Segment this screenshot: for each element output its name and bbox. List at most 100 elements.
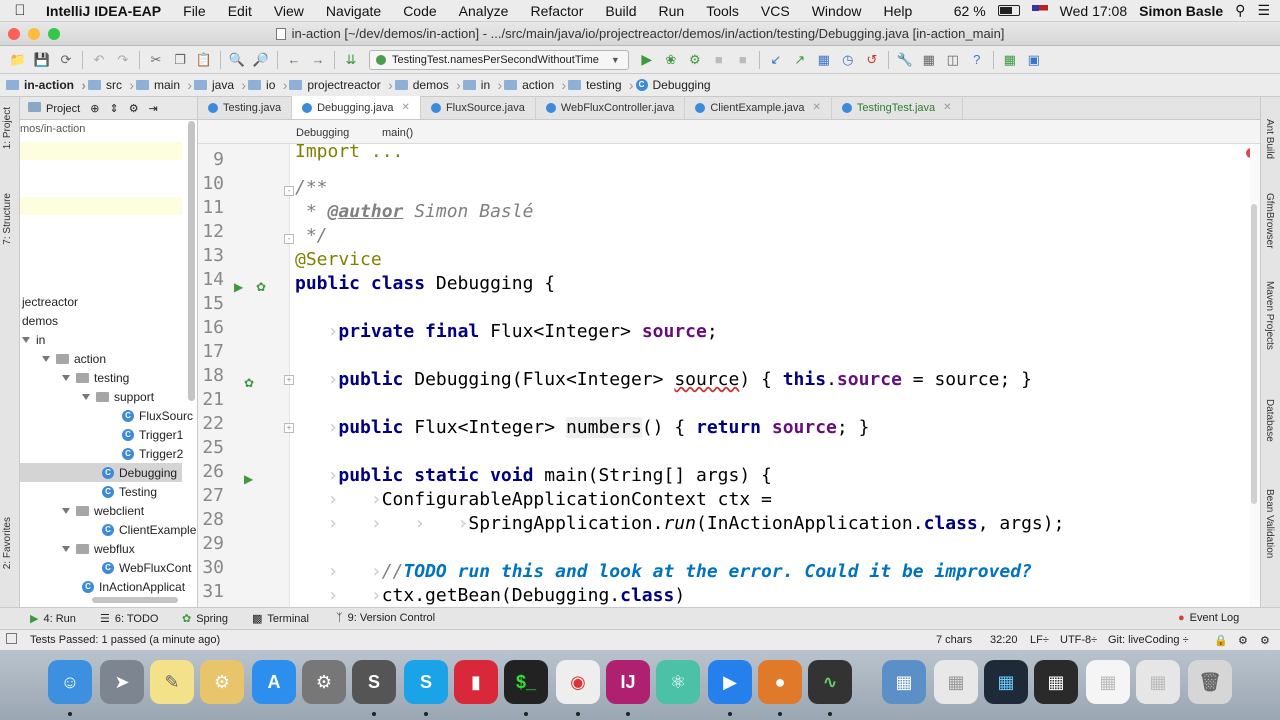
breadcrumb-projectreactor[interactable]: projectreactor (283, 74, 393, 97)
close-tab-icon[interactable]: ✕ (812, 102, 820, 113)
vcs-history-icon[interactable]: ◷ (836, 49, 860, 71)
scrollbar-thumb[interactable] (1251, 204, 1257, 504)
event-log-tool-tab[interactable]: ● Event Log (1178, 612, 1239, 624)
breadcrumb-project[interactable]: in-action (0, 74, 86, 97)
editor-crumb-method[interactable]: main() (382, 127, 413, 139)
tree-item-jectreactor[interactable]: jectreactor (20, 292, 78, 311)
trash-dock-icon[interactable]: 🗑 (1188, 660, 1232, 704)
tree-item-testing[interactable]: Testing (20, 482, 157, 501)
zoom-window-button[interactable] (48, 28, 60, 40)
tree-item-clientexample[interactable]: ClientExample (20, 520, 196, 539)
project-tool-window-button[interactable]: 1: Project (2, 107, 13, 149)
editor-crumb-class[interactable]: Debugging (296, 127, 349, 139)
battery-icon[interactable] (997, 5, 1020, 16)
run-tool-tab[interactable]: ▶ 4: Run (30, 612, 76, 626)
redo-icon[interactable]: ↷ (111, 49, 135, 71)
tab-testingtest-java[interactable]: TestingTest.java ✕ (832, 96, 963, 119)
run-class-icon[interactable]: ▶ (234, 280, 243, 294)
back-icon[interactable]: ← (282, 49, 306, 71)
tree-item-webclient[interactable]: webclient (20, 501, 144, 520)
menu-tools[interactable]: Tools (695, 3, 750, 19)
menu-run[interactable]: Run (648, 3, 696, 19)
database-tool-button[interactable]: Database (1264, 399, 1275, 442)
sublime-dock-icon[interactable]: S (352, 660, 396, 704)
battery-percent[interactable]: 62 % (954, 3, 986, 19)
expand-arrow-icon[interactable] (62, 507, 70, 514)
screenflow-dock-icon[interactable]: ● (758, 660, 802, 704)
tab-webfluxcontroller-java[interactable]: WebFluxController.java (536, 96, 686, 119)
preview-dock-icon[interactable]: ⚙ (200, 660, 244, 704)
gfm-browser-tool-button[interactable]: GfmBrowser (1264, 193, 1275, 249)
window-thumb-dock-icon[interactable]: ▦ (984, 660, 1028, 704)
skype-dock-icon[interactable]: S (404, 660, 448, 704)
menubar-user[interactable]: Simon Basle (1139, 3, 1223, 19)
run-configuration-selector[interactable]: TestingTest.namesPerSecondWithoutTime ▼ (369, 49, 629, 70)
expand-arrow-icon[interactable] (22, 336, 30, 343)
gradle-icon[interactable]: ▣ (1022, 49, 1046, 71)
fold-expand-marker[interactable]: + (284, 375, 294, 385)
profile-icon[interactable]: ■ (707, 49, 731, 71)
menu-build[interactable]: Build (594, 3, 647, 19)
menu-navigate[interactable]: Navigate (315, 3, 392, 19)
breadcrumb-java[interactable]: java (188, 74, 246, 97)
coverage-icon[interactable]: ⚙ (683, 49, 707, 71)
tree-item-inactionapplicat[interactable]: InActionApplicat (20, 577, 185, 596)
window-thumb-dock-icon[interactable]: ▦ (1136, 660, 1180, 704)
expand-arrow-icon[interactable] (62, 545, 70, 552)
project-vertical-scrollbar[interactable] (188, 121, 195, 401)
tree-item-support[interactable]: support (20, 387, 154, 406)
close-window-button[interactable] (8, 28, 20, 40)
expand-arrow-icon[interactable] (62, 374, 70, 381)
apple-icon[interactable]:  (0, 2, 40, 19)
gear-icon[interactable]: ⚙ (129, 102, 139, 115)
zoom-dock-icon[interactable]: ▶ (708, 660, 752, 704)
find-icon[interactable]: 🔍 (225, 49, 249, 71)
ant-build-tool-button[interactable]: Ant Build (1264, 119, 1275, 159)
close-tab-icon[interactable]: ✕ (943, 102, 951, 113)
atom-dock-icon[interactable]: ⚛ (656, 660, 700, 704)
fold-marker[interactable]: - (284, 234, 294, 244)
tree-item-trigger2[interactable]: Trigger2 (20, 444, 183, 463)
notification-list-icon[interactable]: ☰ (1257, 2, 1270, 19)
menu-app-name[interactable]: IntelliJ IDEA-EAP (40, 3, 172, 19)
downloads-stack-dock-icon[interactable]: ▦ (882, 660, 926, 704)
structure-tool-window-button[interactable]: 7: Structure (2, 193, 13, 245)
close-tab-icon[interactable]: ✕ (402, 102, 410, 113)
tree-item-action[interactable]: action (20, 349, 106, 368)
lock-icon[interactable]: 🔒 (1214, 634, 1228, 647)
sdk-icon[interactable]: ◫ (941, 49, 965, 71)
run-icon[interactable]: ▶ (635, 49, 659, 71)
bean-validation-tool-button[interactable]: Bean Validation (1264, 489, 1275, 558)
launchpad-dock-icon[interactable]: ➤ (100, 660, 144, 704)
vcs-commit-icon[interactable]: ↗ (788, 49, 812, 71)
hide-panel-icon[interactable]: ⇥ (149, 102, 158, 115)
copy-icon[interactable]: ❐ (168, 49, 192, 71)
breadcrumb-io[interactable]: io (242, 74, 288, 97)
spring-icon[interactable]: ▦ (998, 49, 1022, 71)
menu-help[interactable]: Help (873, 3, 924, 19)
vcs-compare-icon[interactable]: ▦ (812, 49, 836, 71)
settings-icon[interactable]: 🔧 (893, 49, 917, 71)
breadcrumb-debugging[interactable]: Debugging (630, 74, 719, 97)
menu-code[interactable]: Code (392, 3, 447, 19)
debug-icon[interactable]: ❀ (659, 49, 683, 71)
project-structure-icon[interactable]: ▦ (917, 49, 941, 71)
menu-refactor[interactable]: Refactor (519, 3, 594, 19)
help-icon[interactable]: ? (965, 49, 989, 71)
file-encoding[interactable]: UTF-8÷ (1060, 634, 1097, 646)
version-control-tool-tab[interactable]: ᛉ 9: Version Control (336, 612, 435, 624)
breadcrumb-demos[interactable]: demos (389, 74, 461, 97)
expand-arrow-icon[interactable] (82, 393, 90, 400)
menu-view[interactable]: View (263, 3, 315, 19)
fold-marker[interactable]: - (284, 186, 294, 196)
app-store-dock-icon[interactable]: A (252, 660, 296, 704)
stop-icon[interactable]: ■ (731, 49, 755, 71)
run-main-icon[interactable]: ▶ (244, 472, 253, 486)
favorites-tool-window-button[interactable]: 2: Favorites (2, 517, 13, 569)
collapse-all-icon[interactable]: ⇕ (109, 102, 118, 115)
tree-item-webfluxcont[interactable]: WebFluxCont (20, 558, 191, 577)
tree-item-testing[interactable]: testing (20, 368, 129, 387)
breadcrumb-main[interactable]: main (130, 74, 192, 97)
tab-fluxsource-java[interactable]: FluxSource.java (421, 96, 536, 119)
chrome-dock-icon[interactable]: ◉ (556, 660, 600, 704)
